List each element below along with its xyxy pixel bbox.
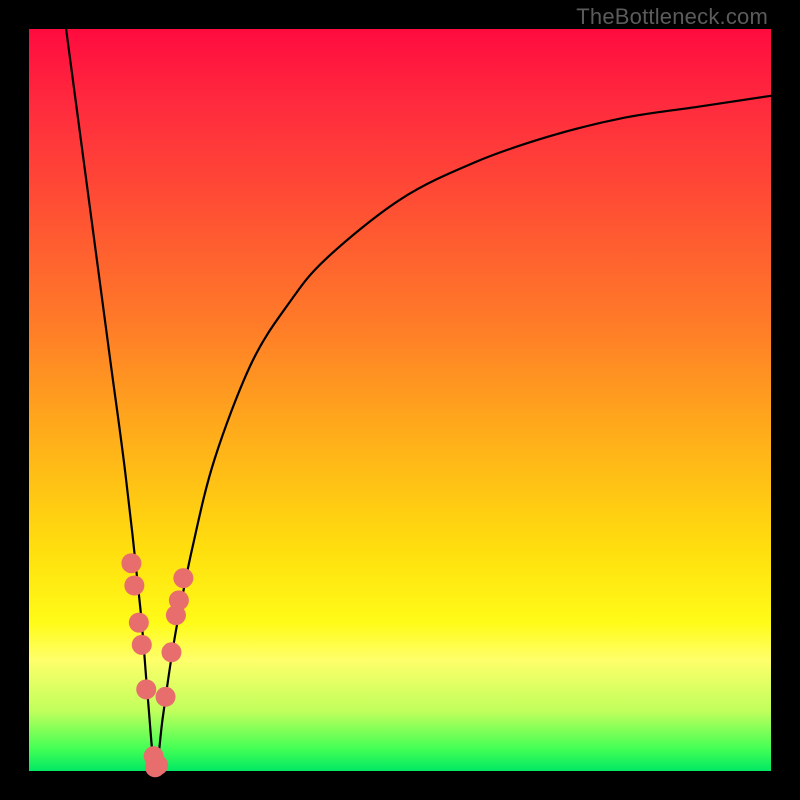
plot-area bbox=[29, 29, 771, 771]
scatter-dot bbox=[173, 568, 193, 588]
scatter-dot bbox=[161, 642, 181, 662]
scatter-dot bbox=[148, 755, 168, 775]
scatter-dot bbox=[136, 679, 156, 699]
scatter-dot bbox=[132, 635, 152, 655]
chart-frame: TheBottleneck.com bbox=[0, 0, 800, 800]
scatter-dot bbox=[121, 553, 141, 573]
highlight-scatter bbox=[121, 553, 193, 777]
scatter-dot bbox=[124, 576, 144, 596]
attribution-label: TheBottleneck.com bbox=[576, 4, 768, 30]
scatter-dot bbox=[156, 687, 176, 707]
curve-layer bbox=[29, 29, 771, 771]
scatter-dot bbox=[169, 590, 189, 610]
scatter-dot bbox=[129, 613, 149, 633]
